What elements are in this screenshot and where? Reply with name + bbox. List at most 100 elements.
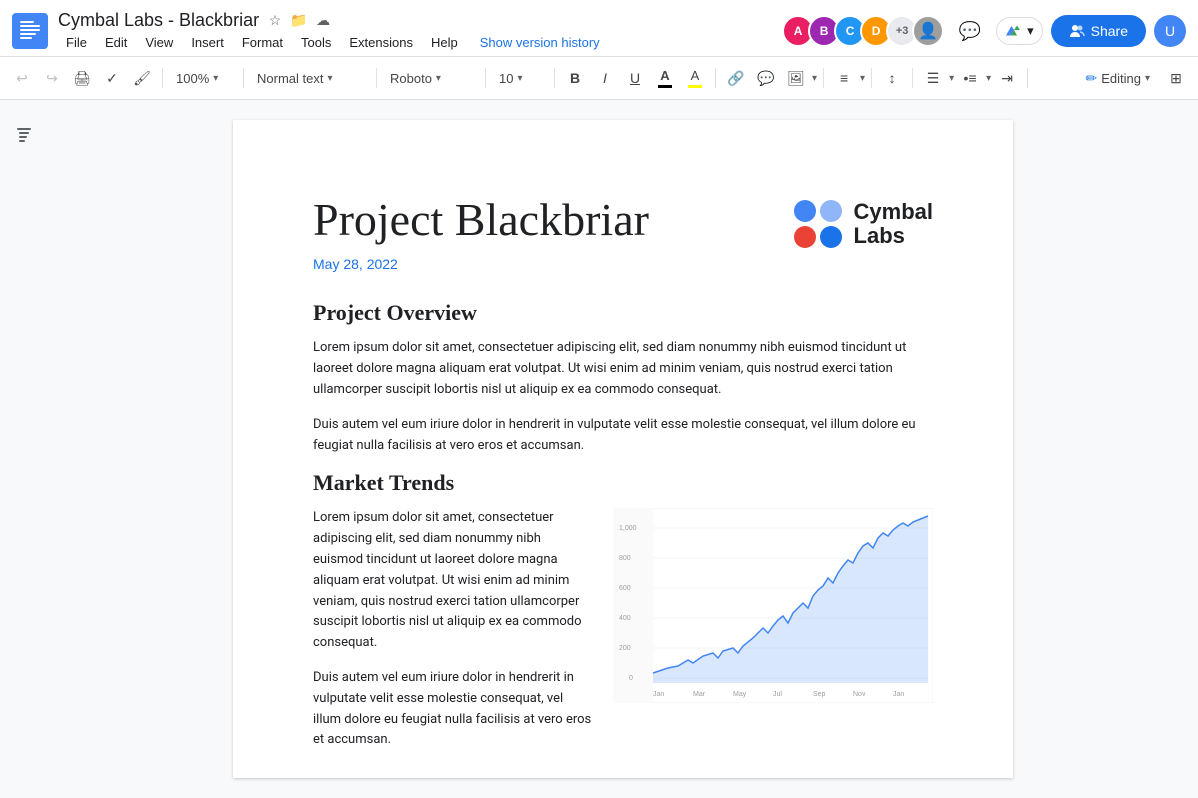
style-select[interactable]: Normal text ▾ (250, 64, 370, 92)
cymbal-text-block: Cymbal Labs (854, 200, 933, 248)
document-area: Project Blackbriar Cymbal (0, 100, 1198, 798)
editing-label: Editing (1101, 71, 1141, 86)
menu-view[interactable]: View (137, 33, 181, 52)
svg-text:1,000: 1,000 (619, 525, 637, 532)
indent-button[interactable]: ⇥ (993, 64, 1021, 92)
doc-date[interactable]: May 28, 2022 (313, 256, 933, 272)
star-icon[interactable]: ☆ (265, 11, 285, 31)
comment-inline-button[interactable]: 💬 (752, 64, 780, 92)
overview-paragraph-2[interactable]: Duis autem vel eum iriure dolor in hendr… (313, 415, 933, 457)
section-heading-market[interactable]: Market Trends (313, 470, 933, 496)
market-paragraph-2[interactable]: Duis autem vel eum iriure dolor in hendr… (313, 668, 593, 751)
zoom-value: 100% (176, 71, 209, 86)
section-heading-overview[interactable]: Project Overview (313, 300, 933, 326)
list-button[interactable]: ☰ (919, 64, 947, 92)
align-button[interactable]: ≡ (830, 64, 858, 92)
people-icon (1069, 23, 1085, 39)
dot-blue-2 (820, 200, 842, 222)
spellcheck-button[interactable]: ✓ (98, 64, 126, 92)
outline-toggle-button[interactable] (10, 120, 38, 148)
menu-insert[interactable]: Insert (183, 33, 232, 52)
divider-9 (912, 68, 913, 88)
doc-header-row: Project Blackbriar Cymbal (313, 192, 933, 248)
editing-arrow: ▾ (1145, 73, 1150, 84)
comment-button[interactable]: 💬 (952, 13, 988, 49)
menu-file[interactable]: File (58, 33, 95, 52)
bullet-arrow[interactable]: ▾ (986, 73, 991, 84)
font-value: Roboto (390, 71, 432, 86)
menu-format[interactable]: Format (234, 33, 291, 52)
menu-help[interactable]: Help (423, 33, 466, 52)
version-history-link[interactable]: Show version history (480, 35, 600, 50)
divider-5 (554, 68, 555, 88)
divider-6 (715, 68, 716, 88)
menu-edit[interactable]: Edit (97, 33, 135, 52)
outline-icon (15, 125, 33, 143)
bold-button[interactable]: B (561, 64, 589, 92)
drive-button[interactable]: ▾ (996, 17, 1043, 45)
line-spacing-button[interactable]: ↕ (878, 64, 906, 92)
undo-button[interactable]: ↩ (8, 64, 36, 92)
cloud-icon[interactable]: ☁ (313, 11, 333, 31)
cymbal-name1: Cymbal (854, 200, 933, 224)
dot-row-2 (794, 226, 842, 248)
drive-label: ▾ (1027, 23, 1034, 39)
divider-8 (871, 68, 872, 88)
print-button[interactable]: 🖨 (68, 64, 96, 92)
svg-text:0: 0 (629, 675, 633, 682)
document-title[interactable]: Cymbal Labs - Blackbriar (58, 10, 259, 31)
menu-extensions[interactable]: Extensions (341, 33, 421, 52)
image-arrow[interactable]: ▾ (812, 73, 817, 84)
avatar-group: A B C D +3 👤 (782, 15, 944, 47)
dot-blue-1 (794, 200, 816, 222)
avatar-anon[interactable]: 👤 (912, 15, 944, 47)
share-button[interactable]: Share (1051, 15, 1146, 47)
trend-chart-svg: 1,000 800 600 400 200 0 Jan Mar May Jul … (613, 508, 933, 703)
style-arrow: ▾ (327, 73, 332, 84)
svg-text:May: May (733, 691, 747, 698)
list-arrow[interactable]: ▾ (949, 73, 954, 84)
svg-text:Jan: Jan (893, 691, 904, 698)
style-value: Normal text (257, 71, 323, 86)
doc-page-container: Project Blackbriar Cymbal (48, 100, 1198, 798)
underline-button[interactable]: U (621, 64, 649, 92)
svg-text:Mar: Mar (693, 691, 706, 698)
svg-text:Nov: Nov (853, 691, 866, 698)
zoom-select[interactable]: 100% ▾ (169, 64, 237, 92)
bullet-button[interactable]: •≡ (956, 64, 984, 92)
align-arrow[interactable]: ▾ (860, 73, 865, 84)
user-avatar[interactable]: U (1154, 15, 1186, 47)
toolbar: ↩ ↪ 🖨 ✓ 🖌 100% ▾ Normal text ▾ Roboto ▾ … (0, 56, 1198, 100)
overview-paragraph-1[interactable]: Lorem ipsum dolor sit amet, consectetuer… (313, 338, 933, 400)
market-paragraph-1[interactable]: Lorem ipsum dolor sit amet, consectetuer… (313, 508, 593, 654)
highlight-button[interactable]: A (681, 64, 709, 92)
paint-format-button[interactable]: 🖌 (128, 64, 156, 92)
highlight-indicator (688, 85, 702, 88)
doc-page[interactable]: Project Blackbriar Cymbal (233, 120, 1013, 778)
divider-3 (376, 68, 377, 88)
text-color-button[interactable]: A (651, 64, 679, 92)
market-section: Lorem ipsum dolor sit amet, consectetuer… (313, 508, 933, 765)
dot-row-1 (794, 200, 842, 222)
folder-icon[interactable]: 📁 (289, 11, 309, 31)
menu-tools[interactable]: Tools (293, 33, 339, 52)
project-title[interactable]: Project Blackbriar (313, 192, 794, 247)
drive-icon (1005, 22, 1023, 40)
divider-10 (1027, 68, 1028, 88)
divider-7 (823, 68, 824, 88)
size-select[interactable]: 10 ▾ (492, 64, 548, 92)
font-select[interactable]: Roboto ▾ (383, 64, 479, 92)
market-chart: 1,000 800 600 400 200 0 Jan Mar May Jul … (613, 508, 933, 703)
svg-text:Jan: Jan (653, 691, 664, 698)
link-button[interactable]: 🔗 (722, 64, 750, 92)
menu-bar: File Edit View Insert Format Tools Exten… (58, 33, 782, 52)
size-value: 10 (499, 71, 513, 86)
expand-button[interactable]: ⊞ (1162, 64, 1190, 92)
title-section: Cymbal Labs - Blackbriar ☆ 📁 ☁ File Edit… (58, 10, 782, 52)
editing-button[interactable]: ✏ Editing ▾ (1075, 66, 1160, 91)
redo-button[interactable]: ↪ (38, 64, 66, 92)
sidebar-toggle (0, 100, 48, 798)
svg-text:Jul: Jul (773, 691, 782, 698)
italic-button[interactable]: I (591, 64, 619, 92)
image-button[interactable]: 🖼 (782, 64, 810, 92)
